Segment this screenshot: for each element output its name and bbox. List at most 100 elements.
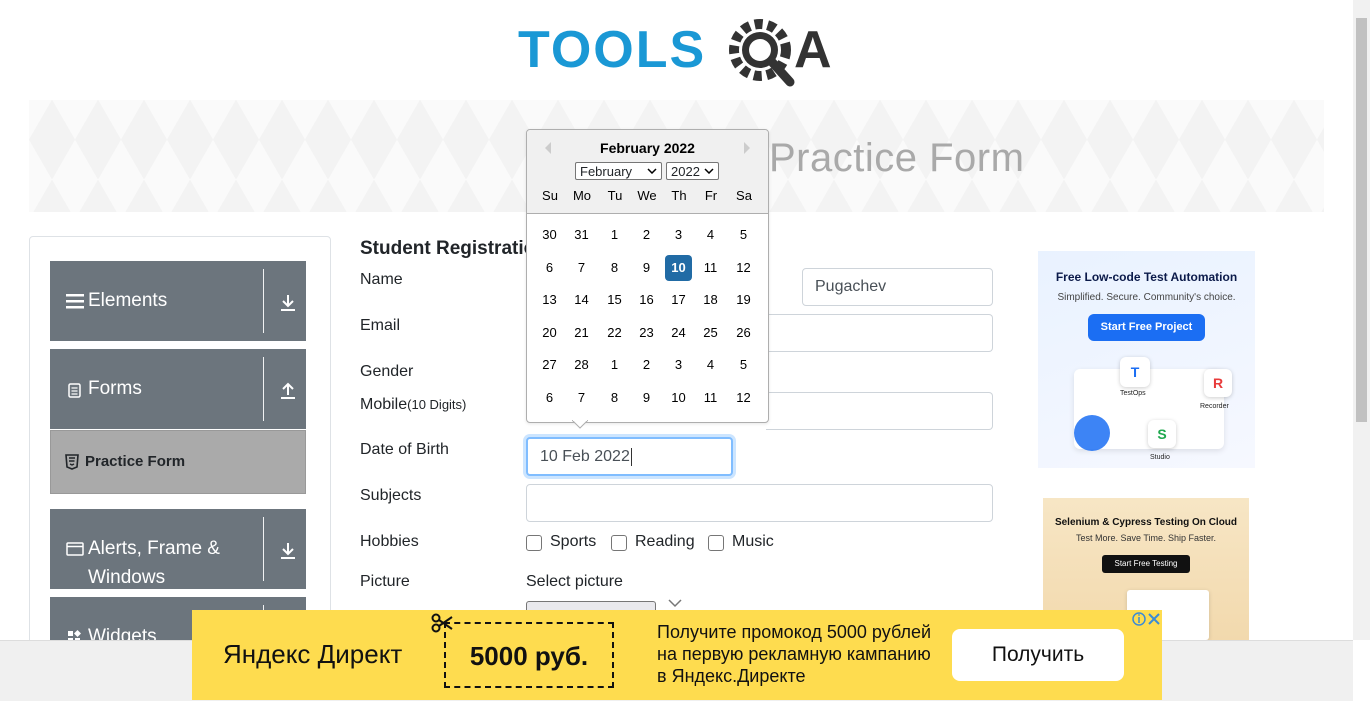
sports-label[interactable]: Sports — [550, 533, 596, 551]
calendar-day[interactable]: 26 — [730, 320, 757, 346]
subjects-input[interactable] — [526, 484, 993, 522]
hamburger-icon — [66, 294, 84, 309]
calendar-day[interactable]: 7 — [568, 255, 595, 281]
sidebar-group-label: Forms — [88, 378, 142, 399]
calendar-day[interactable]: 22 — [601, 320, 628, 346]
window-icon — [66, 542, 84, 556]
calendar-day[interactable]: 23 — [633, 320, 660, 346]
scrollbar-thumb[interactable] — [1356, 18, 1367, 422]
promo-amount: 5000 руб. — [469, 641, 589, 671]
calendar-day[interactable]: 18 — [697, 287, 724, 313]
calendar-day[interactable]: 11 — [697, 385, 724, 411]
calendar-day[interactable]: 24 — [665, 320, 692, 346]
calendar-day[interactable]: 1 — [601, 352, 628, 378]
mobile-input[interactable] — [766, 392, 993, 430]
calendar-day[interactable]: 5 — [730, 352, 757, 378]
month-select[interactable]: February — [575, 162, 662, 180]
calendar-day[interactable]: 6 — [536, 385, 563, 411]
calendar-day[interactable]: 2 — [633, 352, 660, 378]
date-of-birth-input[interactable]: 10 Feb 2022 — [526, 437, 733, 476]
calendar-day[interactable]: 10 — [665, 385, 692, 411]
calendar-day[interactable]: 3 — [665, 352, 692, 378]
calendar-day[interactable]: 9 — [633, 385, 660, 411]
sports-checkbox[interactable] — [526, 535, 542, 551]
last-name-input[interactable]: Pugachev — [802, 268, 993, 306]
calendar-day[interactable]: 8 — [601, 385, 628, 411]
calendar-day[interactable]: 14 — [568, 287, 595, 313]
music-checkbox[interactable] — [708, 535, 724, 551]
calendar-day[interactable]: 17 — [665, 287, 692, 313]
email-input[interactable] — [766, 314, 993, 352]
calendar-day[interactable]: 13 — [536, 287, 563, 313]
calendar-day[interactable]: 16 — [633, 287, 660, 313]
reading-checkbox[interactable] — [611, 535, 627, 551]
calendar-day[interactable]: 1 — [601, 222, 628, 248]
calendar-day[interactable]: 25 — [697, 320, 724, 346]
year-select-value: 2022 — [671, 163, 700, 179]
calendar-day[interactable]: 4 — [697, 352, 724, 378]
gender-label: Gender — [360, 363, 414, 380]
year-select[interactable]: 2022 — [666, 162, 719, 180]
calendar-day[interactable]: 11 — [697, 255, 724, 281]
mobile-label-text: Mobile — [360, 396, 408, 413]
calendar-day[interactable]: 31 — [568, 222, 595, 248]
calendar-day[interactable]: 7 — [568, 385, 595, 411]
calendar-day[interactable]: 5 — [730, 222, 757, 248]
calendar-day[interactable]: 12 — [730, 385, 757, 411]
day-name-th: Th — [671, 188, 687, 203]
yandex-direct-ad[interactable]: Яндекс Директ 5000 руб. Получите промоко… — [192, 610, 1162, 700]
calendar-day[interactable]: 27 — [536, 352, 563, 378]
form-heading: Student Registration Form — [360, 238, 528, 259]
dob-value: 10 Feb 2022 — [540, 447, 630, 465]
calendar-day[interactable]: 28 — [568, 352, 595, 378]
sidebar-item-practice-form[interactable]: Practice Form — [50, 430, 306, 494]
calendar-day[interactable]: 20 — [536, 320, 563, 346]
calendar-day[interactable]: 9 — [633, 255, 660, 281]
chevron-down-icon[interactable] — [668, 598, 682, 608]
calendar-day[interactable]: 3 — [665, 222, 692, 248]
download-icon[interactable] — [278, 541, 298, 561]
day-name-we: We — [637, 188, 657, 203]
sidebar-group-label: Widgets — [88, 626, 157, 640]
ad-cta-button[interactable]: Start Free Testing — [1102, 555, 1190, 573]
calendar-day[interactable]: 8 — [601, 255, 628, 281]
ad-text: Получите промокод 5000 рублей на первую … — [657, 622, 932, 686]
calendar-day[interactable]: 10 — [665, 255, 692, 281]
day-name-su: Su — [542, 188, 558, 203]
day-name-mo: Mo — [572, 188, 592, 203]
month-select-value: February — [580, 163, 633, 179]
mobile-hint: (10 Digits) — [407, 397, 467, 412]
sidebar-group-forms[interactable]: Forms — [50, 349, 306, 429]
ad-info-close-icon[interactable] — [1132, 611, 1162, 627]
hobbies-label: Hobbies — [360, 533, 419, 550]
calendar-day[interactable]: 19 — [730, 287, 757, 313]
date-picker: February 2022 February 2022 Su Mo Tu We Th Fr… — [526, 129, 769, 423]
music-label[interactable]: Music — [732, 533, 774, 551]
ad-label-recorder: Recorder — [1200, 403, 1229, 410]
html5-icon — [65, 454, 79, 470]
logo-text: TOOLS — [518, 21, 706, 79]
subjects-label: Subjects — [360, 487, 422, 504]
upload-icon[interactable] — [278, 381, 298, 401]
sidebar-group-elements[interactable]: Elements — [50, 261, 306, 341]
calendar-day[interactable]: 4 — [697, 222, 724, 248]
reading-label[interactable]: Reading — [635, 533, 695, 551]
ad-cta-button[interactable]: Start Free Project — [1088, 314, 1205, 341]
ad-cta-button[interactable]: Получить — [952, 629, 1124, 681]
calendar-day[interactable]: 15 — [601, 287, 628, 313]
widgets-icon — [68, 630, 81, 640]
sidebar-group-label: Alerts, Frame & Windows — [88, 538, 220, 588]
calendar-day[interactable]: 21 — [568, 320, 595, 346]
sidebar-group-alerts[interactable]: Alerts, Frame & Windows — [50, 509, 306, 589]
calendar-day[interactable]: 12 — [730, 255, 757, 281]
calendar-title: February 2022 — [600, 140, 695, 156]
download-icon[interactable] — [278, 293, 298, 313]
ad-katalon[interactable]: Free Low-code Test Automation Simplified… — [1038, 251, 1255, 468]
sidebar-item-label: Practice Form — [85, 453, 186, 470]
calendar-day[interactable]: 2 — [633, 222, 660, 248]
calendar-day[interactable]: 30 — [536, 222, 563, 248]
calendar-day[interactable]: 6 — [536, 255, 563, 281]
logo-suffix: A — [794, 21, 832, 79]
recorder-icon: R — [1204, 369, 1232, 397]
toolsqa-logo[interactable]: TOOLS A — [516, 14, 840, 92]
